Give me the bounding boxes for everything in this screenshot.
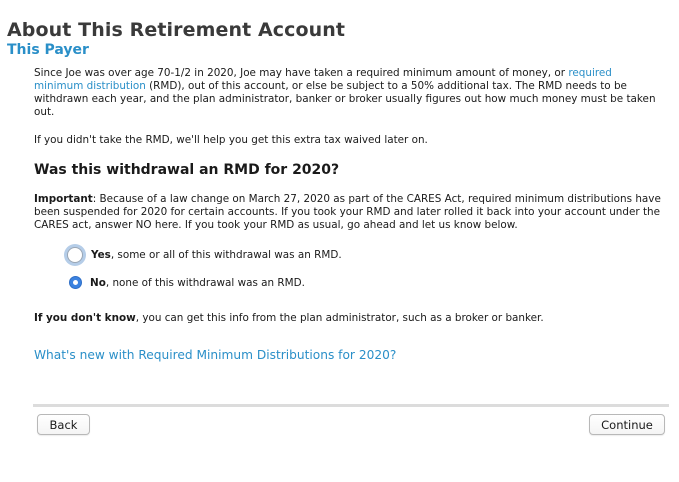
footer-divider <box>33 404 669 407</box>
rmd-whats-new-link[interactable]: What's new with Required Minimum Distrib… <box>34 348 396 362</box>
radio-label-no[interactable]: No, none of this withdrawal was an RMD. <box>90 277 305 289</box>
radio-button-yes[interactable] <box>67 247 83 263</box>
important-note: Important: Because of a law change on Ma… <box>34 193 664 232</box>
intro-text-before-link: Since Joe was over age 70-1/2 in 2020, J… <box>34 67 569 79</box>
radio-label-no-rest: , none of this withdrawal was an RMD. <box>105 276 305 289</box>
important-text: : Because of a law change on March 27, 2… <box>34 193 661 231</box>
radio-option-no[interactable]: No, none of this withdrawal was an RMD. <box>66 276 305 289</box>
radio-option-yes[interactable]: Yes, some or all of this withdrawal was … <box>66 247 342 263</box>
dont-know-bold: If you don't know <box>34 312 136 324</box>
radio-label-yes-rest: , some or all of this withdrawal was an … <box>110 249 342 261</box>
important-label: Important <box>34 193 93 205</box>
help-text: If you didn't take the RMD, we'll help y… <box>34 134 428 146</box>
continue-button[interactable]: Continue <box>589 414 665 435</box>
dont-know-rest: , you can get this info from the plan ad… <box>135 312 544 324</box>
back-button[interactable]: Back <box>37 414 90 435</box>
page-title: About This Retirement Account <box>7 19 346 41</box>
question-heading: Was this withdrawal an RMD for 2020? <box>34 162 340 178</box>
intro-paragraph: Since Joe was over age 70-1/2 in 2020, J… <box>34 67 664 119</box>
dont-know-note: If you don't know, you can get this info… <box>34 312 664 325</box>
radio-label-yes[interactable]: Yes, some or all of this withdrawal was … <box>91 249 342 261</box>
radio-button-no[interactable] <box>69 276 82 289</box>
section-title: This Payer <box>7 42 89 58</box>
radio-label-yes-bold: Yes <box>91 249 111 261</box>
radio-label-no-bold: No <box>90 276 106 289</box>
